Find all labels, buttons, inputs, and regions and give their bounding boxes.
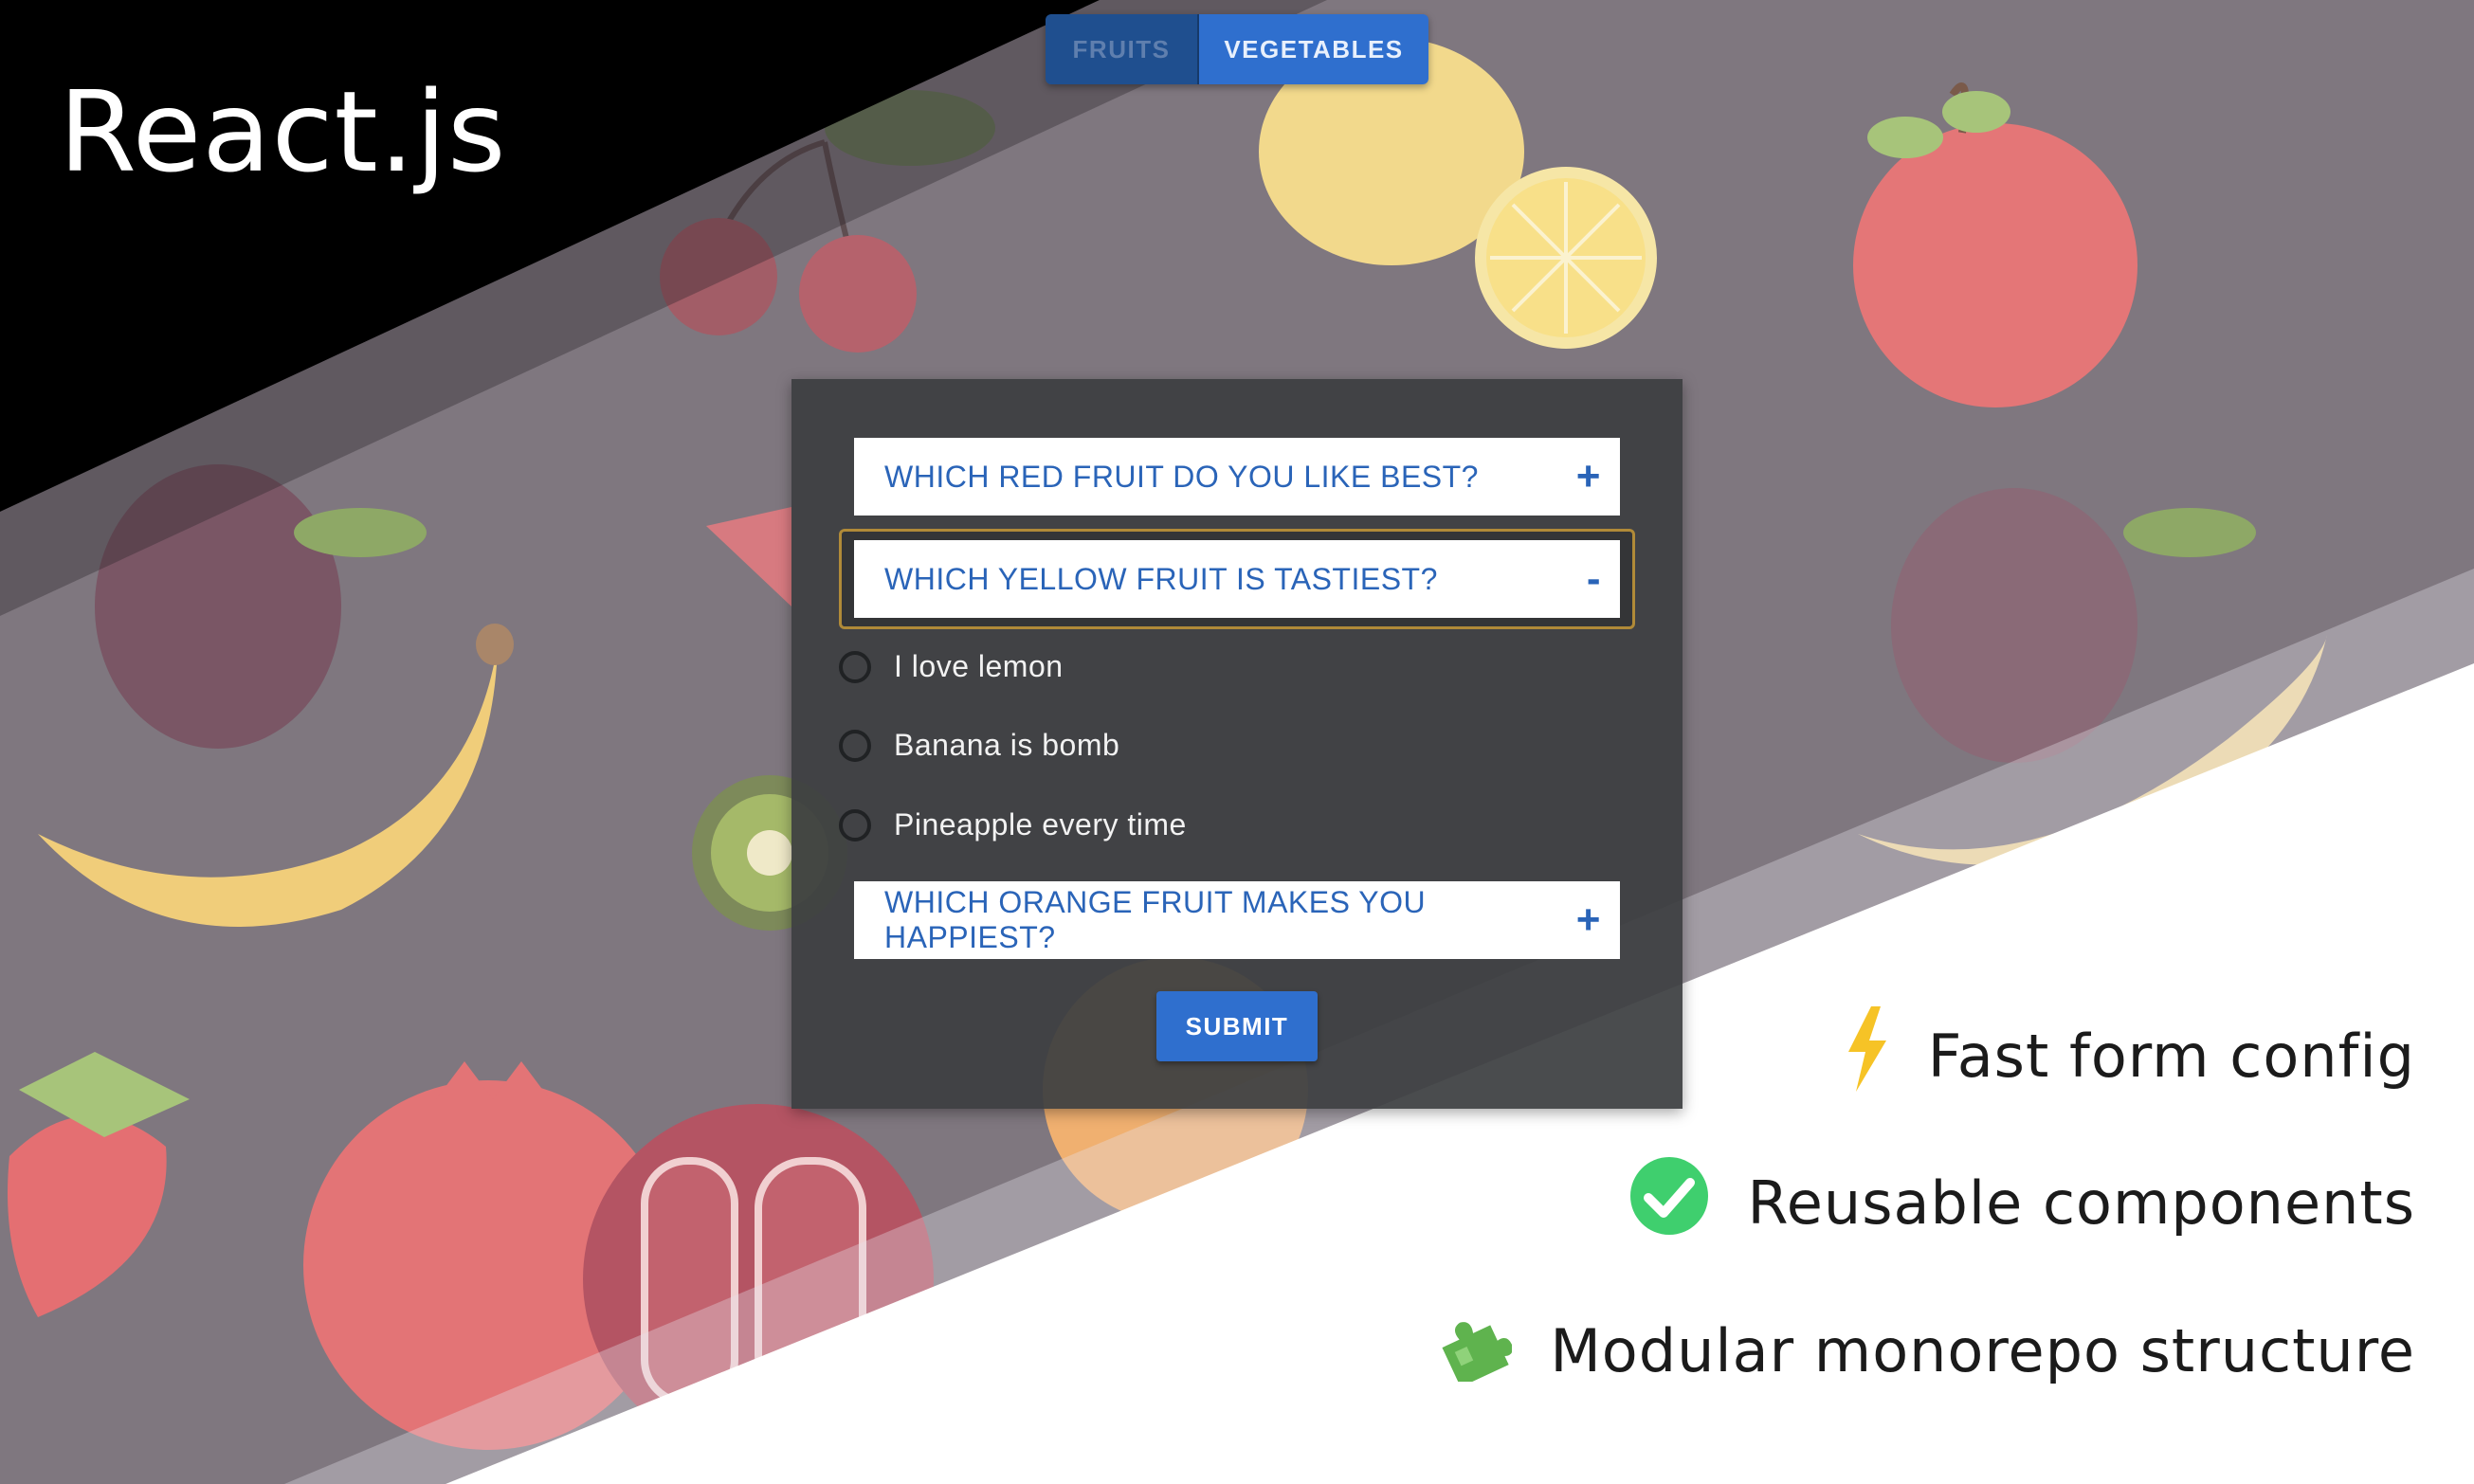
category-tabs: FRUITS VEGETABLES [1046, 14, 1428, 84]
accordion-orange-fruit[interactable]: WHICH ORANGE FRUIT MAKES YOU HAPPIEST? + [854, 881, 1620, 959]
radio-label: Banana is bomb [894, 728, 1120, 762]
radio-button[interactable] [839, 808, 871, 842]
lightning-icon [1843, 1006, 1890, 1106]
accordion-red-fruit-label: WHICH RED FRUIT DO YOU LIKE BEST? [884, 459, 1479, 494]
radio-option-pineapple[interactable]: Pineapple every time [839, 807, 1187, 842]
radio-option-banana[interactable]: Banana is bomb [839, 728, 1119, 763]
submit-button[interactable]: SUBMIT [1156, 991, 1318, 1061]
accordion-yellow-fruit[interactable]: WHICH YELLOW FRUIT IS TASTIEST? - [854, 540, 1620, 618]
radio-button[interactable] [839, 650, 871, 683]
accordion-yellow-fruit-label: WHICH YELLOW FRUIT IS TASTIEST? [884, 561, 1438, 596]
accordion-red-fruit[interactable]: WHICH RED FRUIT DO YOU LIKE BEST? + [854, 438, 1620, 516]
expand-plus-icon[interactable]: + [1576, 456, 1601, 498]
feature-modular-monorepo: Modular monorepo structure [1436, 1306, 2415, 1396]
page-title: React.js [59, 66, 507, 197]
feature-text: Reusable components [1747, 1168, 2415, 1238]
feature-fast-form-config: Fast form config [1843, 1006, 2415, 1106]
radio-button[interactable] [839, 729, 871, 762]
feature-text: Modular monorepo structure [1550, 1316, 2415, 1385]
radio-label: Pineapple every time [894, 807, 1187, 842]
radio-option-lemon[interactable]: I love lemon [839, 649, 1064, 684]
puzzle-piece-icon [1436, 1306, 1513, 1396]
feature-text: Fast form config [1927, 1022, 2415, 1091]
questionnaire-form: WHICH RED FRUIT DO YOU LIKE BEST? + WHIC… [791, 379, 1683, 1109]
expand-plus-icon[interactable]: + [1576, 899, 1601, 941]
collapse-minus-icon[interactable]: - [1587, 558, 1601, 600]
feature-reusable-components: Reusable components [1629, 1156, 2415, 1250]
check-circle-icon [1629, 1156, 1709, 1250]
tab-fruits[interactable]: FRUITS [1046, 14, 1199, 84]
accordion-orange-fruit-label: WHICH ORANGE FRUIT MAKES YOU HAPPIEST? [884, 885, 1427, 954]
radio-label: I love lemon [894, 649, 1064, 683]
tab-vegetables[interactable]: VEGETABLES [1199, 14, 1428, 84]
